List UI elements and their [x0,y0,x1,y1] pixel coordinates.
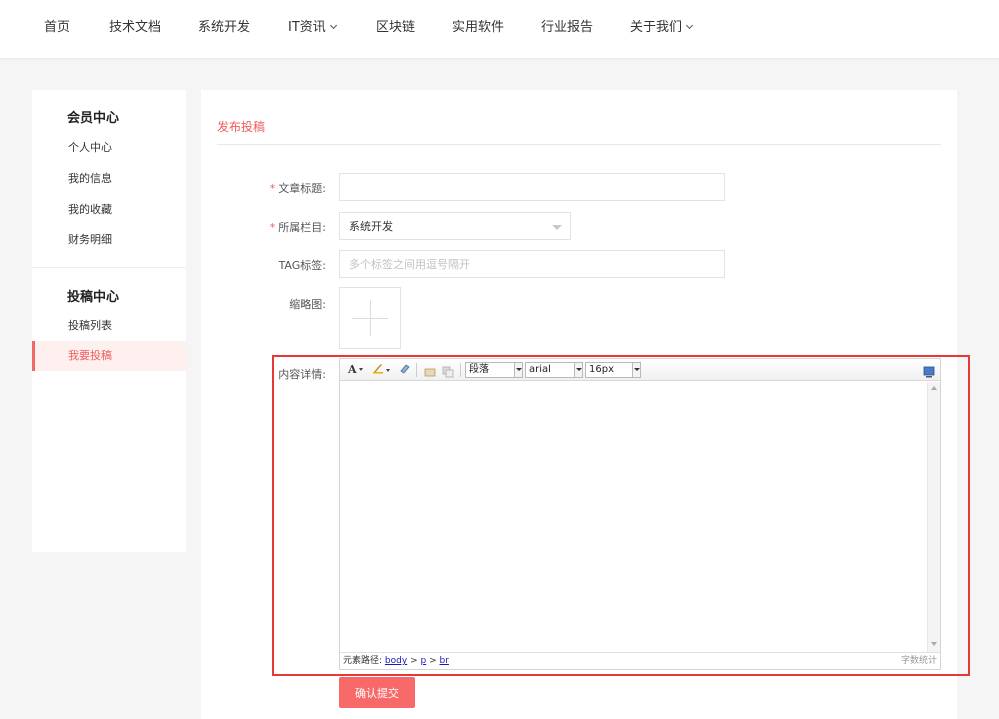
toolbar-separator [460,363,461,377]
monitor-glyph [923,366,935,378]
chevron-down-icon [552,225,562,230]
page-title: 发布投稿 [217,120,266,134]
nav-item-label: 行业报告 [541,20,594,35]
category-value: 系统开发 [349,220,393,233]
toolbar-separator [416,363,417,377]
title-label: * 文章标题: [236,180,326,196]
editor-scrollbar[interactable] [927,382,940,652]
nav-item-label: 实用软件 [452,20,505,35]
word-count[interactable]: 字数统计 [901,653,937,669]
editor-toolbar: A 段落 arial 16px [340,359,940,381]
path-link-br[interactable]: br [440,656,449,666]
title-input[interactable] [349,180,724,194]
path-link-p[interactable]: p [420,656,426,666]
title-divider [217,144,941,145]
nav-item-system-dev[interactable]: 系统开发 [198,19,250,37]
font-size-value: 16px [589,364,614,375]
rich-text-editor: A 段落 arial 16px 元素路径: body > p > br 字数统计 [339,358,941,670]
chevron-down-icon [514,363,522,377]
nav-item-label: 区块链 [376,20,416,35]
nav-item-about[interactable]: 关于我们 [630,19,694,37]
editor-content-area[interactable] [340,382,940,652]
sidebar-item-my-info[interactable]: 我的信息 [32,164,186,194]
table-icon[interactable] [442,363,454,378]
sidebar-item-finance[interactable]: 财务明细 [32,225,186,255]
image-icon[interactable] [424,363,436,377]
sidebar-item-favorites[interactable]: 我的收藏 [32,195,186,225]
nav-item-label: 关于我们 [630,20,683,35]
member-center-heading: 会员中心 [67,111,120,126]
nav-item-tech-docs[interactable]: 技术文档 [109,19,161,37]
nav-item-reports[interactable]: 行业报告 [541,19,593,37]
font-family-select[interactable]: arial [525,362,583,378]
dropdown-arrow-icon [386,369,390,372]
fullscreen-icon[interactable] [923,363,935,378]
nav-item-label: 技术文档 [109,20,162,35]
sidebar-item-new-submission[interactable]: 我要投稿 [32,341,186,371]
sidebar-item-profile[interactable]: 个人中心 [32,133,186,163]
tag-label: TAG标签: [278,259,326,272]
sidebar-item-submission-list[interactable]: 投稿列表 [32,311,186,341]
scroll-up-icon[interactable] [931,386,937,390]
path-link-body[interactable]: body [385,656,407,666]
category-select[interactable]: 系统开发 [339,212,571,240]
required-mark: * [269,221,276,234]
paragraph-select[interactable]: 段落 [465,362,523,378]
chevron-down-icon [329,21,337,30]
chevron-down-icon [574,363,582,377]
paragraph-select-value: 段落 [469,364,489,375]
submit-center-heading: 投稿中心 [67,290,120,305]
nav-item-label: 系统开发 [198,20,251,35]
submit-button[interactable]: 确认提交 [339,677,415,708]
eraser-glyph [400,364,410,374]
top-navbar: 首页 技术文档 系统开发 IT资讯 区块链 实用软件 行业报告 关于我们 [0,0,999,58]
element-path-label: 元素路径: [343,656,383,666]
path-separator: > [410,656,418,666]
nav-item-label: 首页 [44,20,71,35]
editor-statusbar: 元素路径: body > p > br 字数统计 [340,652,940,669]
brush-icon [373,364,383,374]
nav-item-it-news[interactable]: IT资讯 [288,19,337,37]
nav-item-home[interactable]: 首页 [44,19,70,37]
highlight-color-icon[interactable] [372,362,390,379]
font-family-value: arial [529,364,551,375]
table-glyph [442,366,454,378]
title-field[interactable] [339,173,725,201]
sidebar: 会员中心 个人中心 我的信息 我的收藏 财务明细 投稿中心 投稿列表 我要投稿 [32,90,186,552]
path-separator: > [429,656,437,666]
thumbnail-upload[interactable] [339,287,401,349]
tag-input[interactable] [349,257,724,271]
chevron-down-icon [685,21,694,30]
plus-icon-vertical [370,300,371,336]
image-glyph [424,368,436,377]
font-color-icon[interactable]: A [348,362,363,378]
nav-item-label: IT资讯 [288,20,326,35]
scroll-down-icon[interactable] [931,642,937,646]
tag-field[interactable] [339,250,725,278]
thumbnail-label: 缩略图: [289,298,326,311]
category-label-text: 所属栏目: [278,221,326,234]
required-mark: * [269,182,276,195]
nav-item-software[interactable]: 实用软件 [452,19,504,37]
eraser-icon[interactable] [399,362,411,379]
font-size-select[interactable]: 16px [585,362,641,378]
sidebar-divider [32,267,186,268]
nav-item-blockchain[interactable]: 区块链 [376,19,415,37]
category-label: * 所属栏目: [236,219,326,235]
dropdown-arrow-icon [358,368,363,371]
title-label-text: 文章标题: [278,182,326,195]
chevron-down-icon [632,363,640,377]
